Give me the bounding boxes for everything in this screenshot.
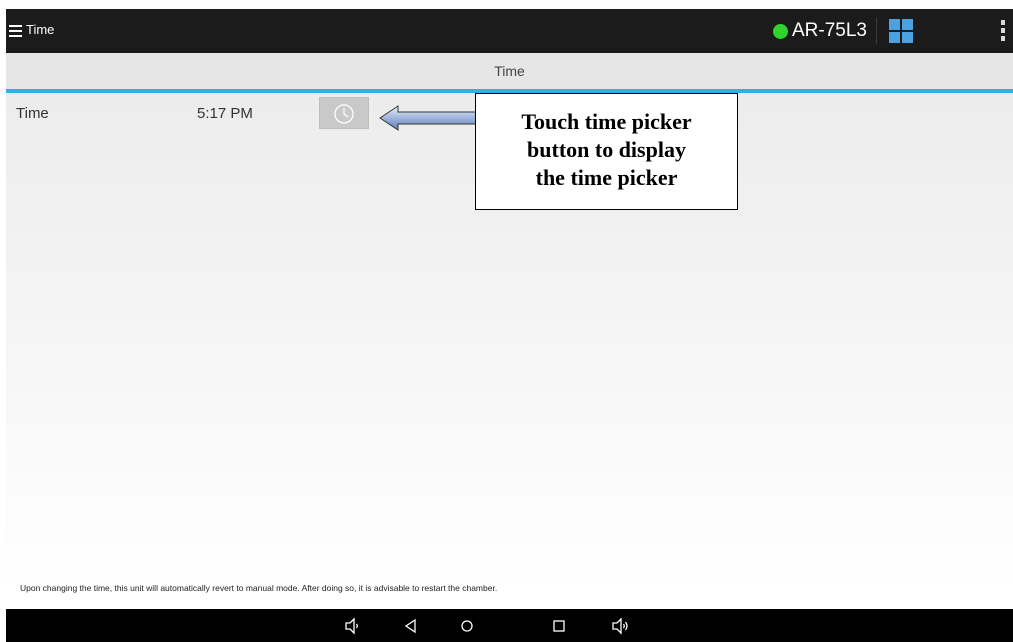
- menu-icon[interactable]: [9, 21, 23, 41]
- grid-icon[interactable]: [889, 19, 913, 43]
- app-bar: Time AR-75L3: [6, 9, 1013, 53]
- time-label: Time: [16, 105, 49, 122]
- system-nav-bar: [6, 609, 1013, 642]
- footnote-text: Upon changing the time, this unit will a…: [20, 583, 498, 593]
- overflow-menu-icon[interactable]: [1000, 20, 1006, 42]
- volume-up-icon[interactable]: [611, 617, 631, 635]
- volume-down-icon[interactable]: [344, 617, 362, 635]
- time-picker-button[interactable]: [319, 97, 369, 129]
- app-bar-divider: [876, 18, 877, 44]
- time-value: 5:17 PM: [197, 105, 253, 122]
- instruction-callout: Touch time picker button to display the …: [475, 93, 738, 210]
- home-icon[interactable]: [458, 617, 476, 635]
- recents-icon[interactable]: [550, 617, 568, 635]
- connection-status-icon: [773, 24, 788, 39]
- callout-line: button to display: [527, 137, 686, 162]
- callout-arrow: [379, 105, 477, 131]
- app-bar-title: Time: [26, 22, 55, 37]
- callout-line: Touch time picker: [521, 109, 692, 134]
- section-header: Time: [6, 53, 1013, 89]
- content-area: Time 5:17 PM Touch time picker button to…: [6, 93, 1013, 593]
- device-name[interactable]: AR-75L3: [792, 20, 867, 42]
- callout-line: the time picker: [535, 165, 678, 190]
- back-icon[interactable]: [402, 617, 420, 635]
- clock-icon: [334, 104, 354, 124]
